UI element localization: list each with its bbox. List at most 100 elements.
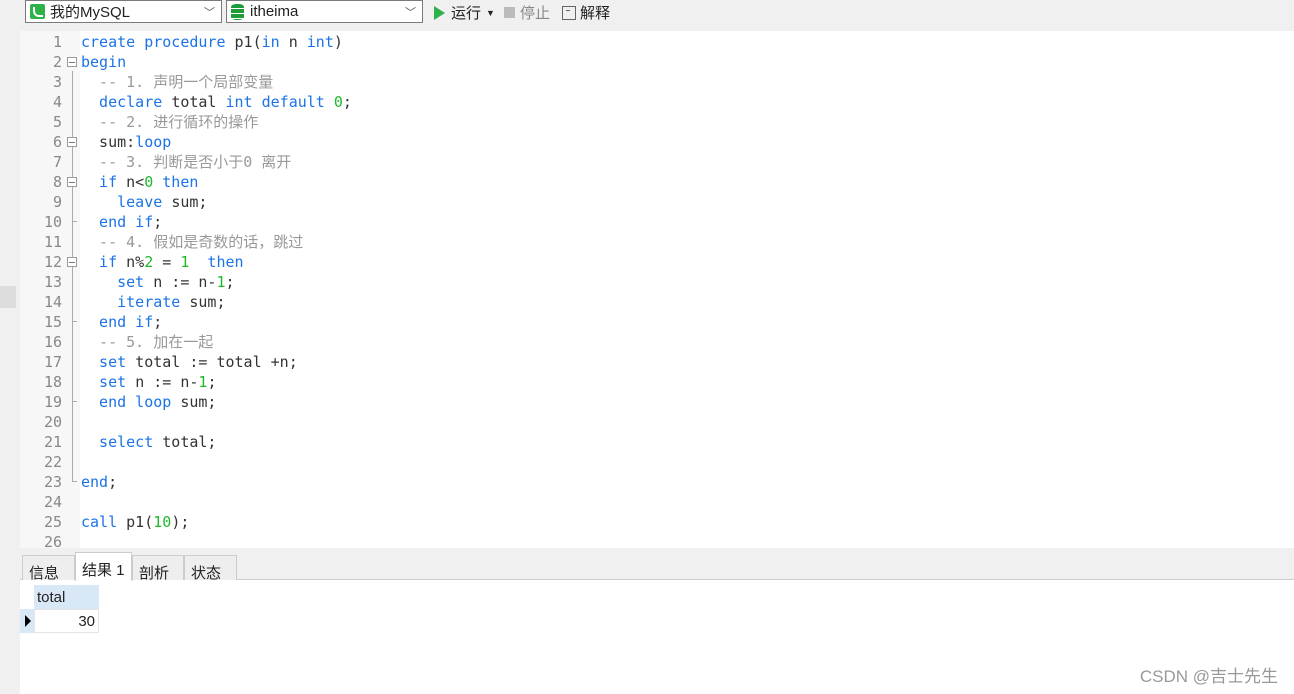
text-token: ; xyxy=(225,273,235,291)
row-selector-icon[interactable] xyxy=(20,609,34,633)
tab-2[interactable]: 剖析 xyxy=(132,555,184,582)
connection-select[interactable]: 我的MySQL ﹀ xyxy=(25,0,222,23)
chevron-down-icon: ﹀ xyxy=(204,7,215,19)
code-line[interactable]: 9 leave sum; xyxy=(20,192,1294,212)
code-text: -- 3. 判断是否小于0 离开 xyxy=(81,152,291,172)
code-line[interactable]: 25 call p1(10); xyxy=(20,512,1294,532)
line-number: 11 xyxy=(43,233,62,251)
code-line[interactable]: 11 -- 4. 假如是奇数的话，跳过 xyxy=(20,232,1294,252)
tab-0[interactable]: 信息 xyxy=(22,555,75,582)
code-line[interactable]: 1 create procedure p1(in n int) xyxy=(20,32,1294,52)
code-text: -- 1. 声明一个局部变量 xyxy=(81,72,273,92)
splitter-handle[interactable] xyxy=(0,286,16,308)
run-button[interactable]: 运行 ▼ xyxy=(434,2,495,23)
sql-editor[interactable]: 1 create procedure p1(in n int) 2 begin 3 --… xyxy=(20,31,1294,551)
code-text: set total := total +n; xyxy=(81,352,298,372)
results-panel: 信息 结果 1 剖析 状态 total 30 CSDN @吉士先生 xyxy=(20,551,1294,694)
fold-end-marker xyxy=(72,481,77,482)
line-number: 18 xyxy=(43,373,62,391)
code-line[interactable]: 20 xyxy=(20,412,1294,432)
code-line[interactable]: 4 declare total int default 0; xyxy=(20,92,1294,112)
code-line[interactable]: 17 set total := total +n; xyxy=(20,352,1294,372)
explain-label: 解释 xyxy=(580,5,611,22)
code-line[interactable]: 14 iterate sum; xyxy=(20,292,1294,312)
fold-toggle-icon[interactable] xyxy=(67,57,77,67)
keyword-token: call xyxy=(81,513,127,531)
keyword-token: int default xyxy=(225,93,334,111)
keyword-token: create procedure xyxy=(81,33,235,51)
code-line[interactable]: 26 xyxy=(20,532,1294,552)
text-token: n< xyxy=(126,173,145,191)
code-text: begin xyxy=(81,52,126,72)
text-token: total; xyxy=(162,433,217,451)
code-text: if n%2 = 1 then xyxy=(81,252,244,272)
code-line[interactable]: 18 set n := n-1; xyxy=(20,372,1294,392)
code-line[interactable]: 13 set n := n-1; xyxy=(20,272,1294,292)
number-token: 1 xyxy=(216,273,226,291)
keyword-token: loop xyxy=(135,133,172,151)
keyword-token: end loop xyxy=(81,393,181,411)
line-number: 8 xyxy=(52,173,62,191)
keyword-token: select xyxy=(81,433,163,451)
line-number: 2 xyxy=(52,53,62,71)
line-number: 7 xyxy=(52,153,62,171)
fold-toggle-icon[interactable] xyxy=(67,177,77,187)
play-icon xyxy=(434,5,445,20)
comment-token: -- 2. 进行循环的操作 xyxy=(81,113,259,131)
explain-button[interactable]: 解释 xyxy=(562,2,610,23)
code-line[interactable]: 8 if n<0 then xyxy=(20,172,1294,192)
run-dropdown-icon[interactable]: ▼ xyxy=(486,8,495,18)
comment-token: -- 1. 声明一个局部变量 xyxy=(81,73,274,91)
column-header-total[interactable]: total xyxy=(34,585,99,609)
code-line[interactable]: 24 xyxy=(20,492,1294,512)
database-label: itheima xyxy=(250,3,299,20)
code-line[interactable]: 21 select total; xyxy=(20,432,1294,452)
code-text: -- 2. 进行循环的操作 xyxy=(81,112,258,132)
text-token: ; xyxy=(153,213,163,231)
keyword-token: end if xyxy=(81,213,154,231)
code-line[interactable]: 7 -- 3. 判断是否小于0 离开 xyxy=(20,152,1294,172)
line-number: 12 xyxy=(43,253,62,271)
fold-toggle-icon[interactable] xyxy=(67,137,77,147)
mysql-connection-icon xyxy=(30,4,45,19)
keyword-token: begin xyxy=(81,53,127,71)
database-icon xyxy=(231,3,244,20)
code-text: declare total int default 0; xyxy=(81,92,352,112)
code-line[interactable]: 6 sum:loop xyxy=(20,132,1294,152)
code-line[interactable]: 19 end loop sum; xyxy=(20,392,1294,412)
database-select[interactable]: itheima ﹀ xyxy=(226,0,423,23)
keyword-token: then xyxy=(189,253,244,271)
code-line[interactable]: 3 -- 1. 声明一个局部变量 xyxy=(20,72,1294,92)
fold-toggle-icon[interactable] xyxy=(67,257,77,267)
code-text: sum:loop xyxy=(81,132,171,152)
tab-1[interactable]: 结果 1 xyxy=(75,552,132,581)
code-line[interactable]: 16 -- 5. 加在一起 xyxy=(20,332,1294,352)
stop-button[interactable]: 停止 xyxy=(504,2,550,23)
code-line[interactable]: 5 -- 2. 进行循环的操作 xyxy=(20,112,1294,132)
code-line[interactable]: 22 xyxy=(20,452,1294,472)
text-token: ; xyxy=(153,313,163,331)
code-line[interactable]: 10 end if; xyxy=(20,212,1294,232)
keyword-token: then xyxy=(153,173,199,191)
code-text: end; xyxy=(81,472,117,492)
code-text: select total; xyxy=(81,432,216,452)
result-cell[interactable]: 30 xyxy=(34,609,99,633)
comment-token: -- 4. 假如是奇数的话，跳过 xyxy=(81,233,304,251)
text-token: = xyxy=(153,253,181,271)
line-number: 4 xyxy=(52,93,62,111)
code-line[interactable]: 15 end if; xyxy=(20,312,1294,332)
text-token: ); xyxy=(171,513,190,531)
tab-3[interactable]: 状态 xyxy=(184,555,237,582)
line-number: 3 xyxy=(52,73,62,91)
text-token: n xyxy=(279,33,307,51)
line-number: 22 xyxy=(43,453,62,471)
line-number: 10 xyxy=(43,213,62,231)
number-token: 2 xyxy=(144,253,154,271)
code-line[interactable]: 23 end; xyxy=(20,472,1294,492)
code-line[interactable]: 2 begin xyxy=(20,52,1294,72)
keyword-token: set xyxy=(81,373,136,391)
keyword-token: set xyxy=(81,353,136,371)
code-line[interactable]: 12 if n%2 = 1 then xyxy=(20,252,1294,272)
keyword-token: set xyxy=(81,273,154,291)
keyword-token: iterate xyxy=(81,293,190,311)
